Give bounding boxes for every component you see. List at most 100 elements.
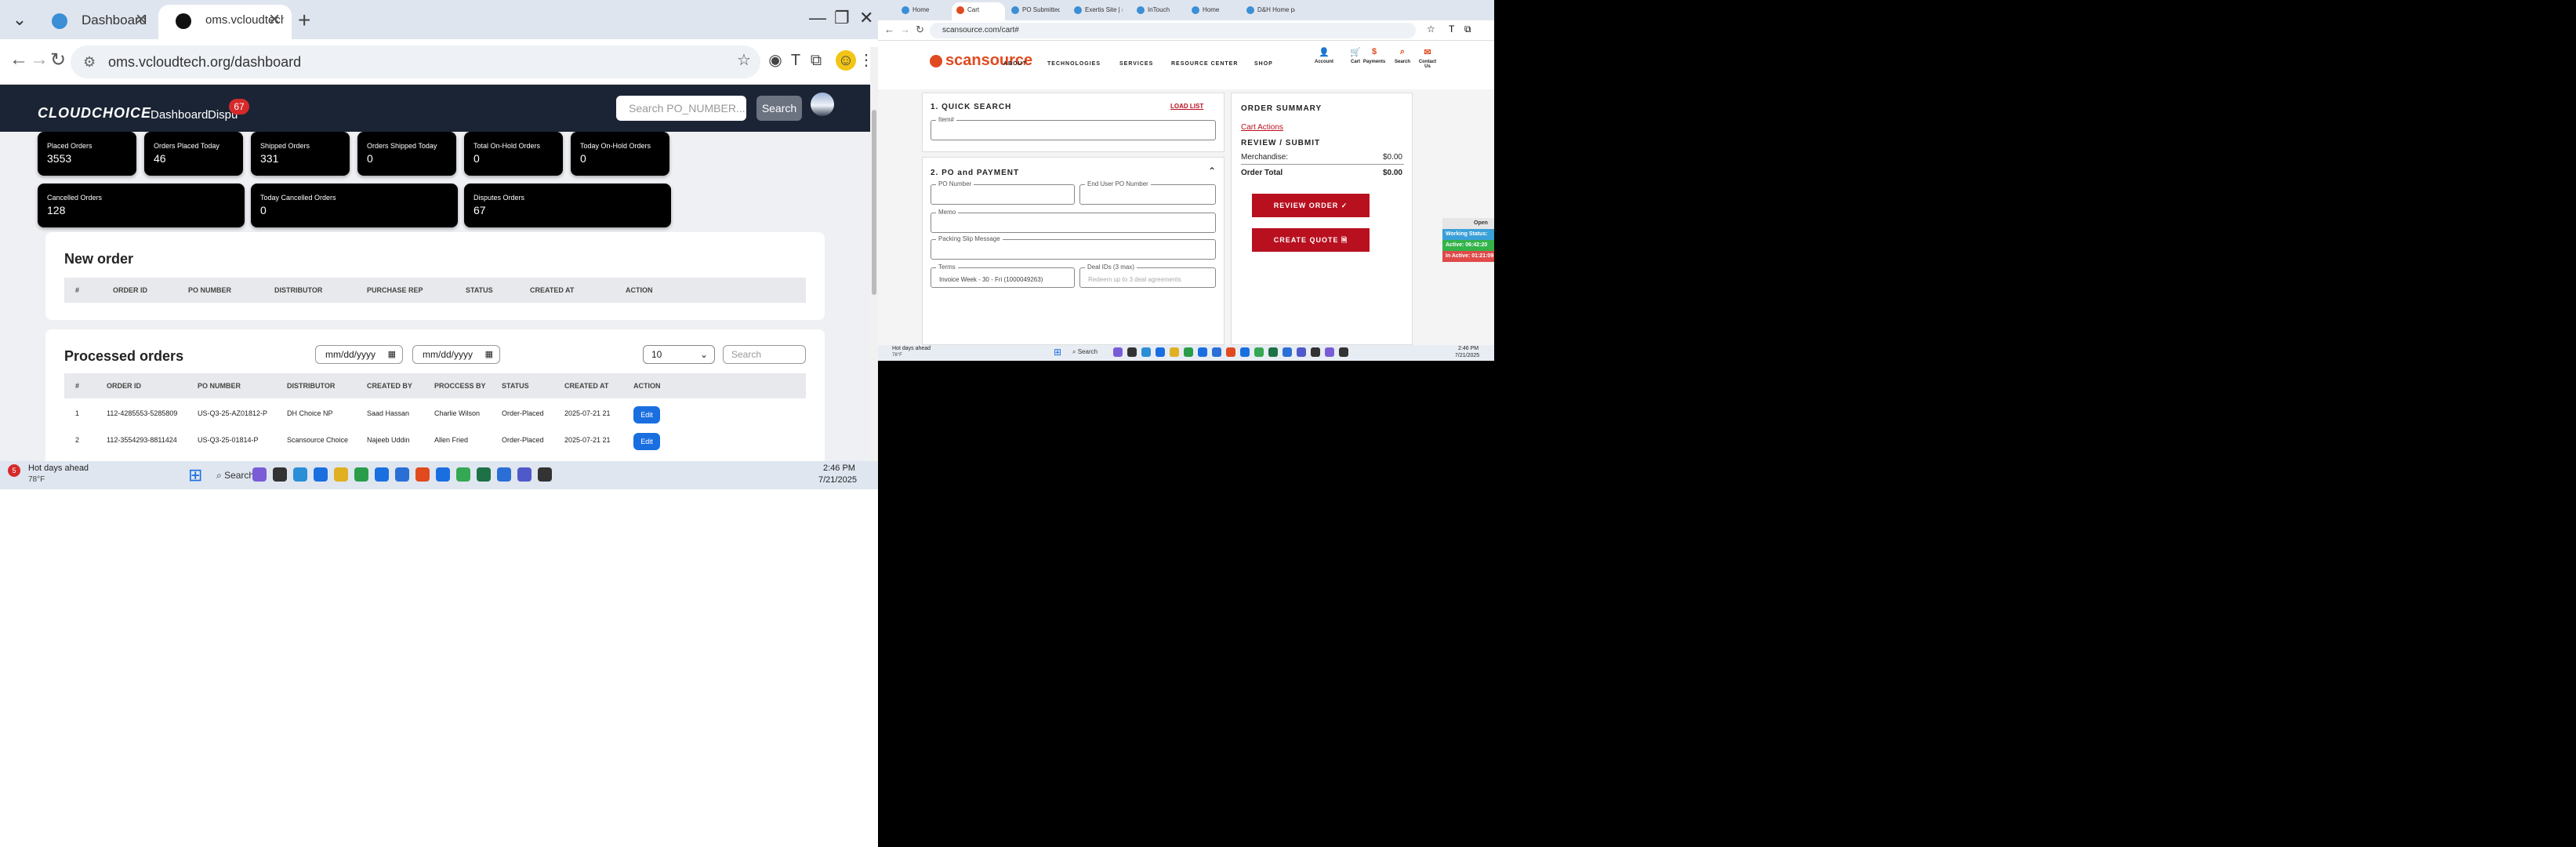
site-info-icon[interactable]: ⚙ bbox=[83, 45, 96, 78]
app-icon[interactable] bbox=[1141, 347, 1151, 357]
tab-2[interactable]: PO Submitted- bbox=[1007, 2, 1060, 20]
app-icon[interactable] bbox=[456, 467, 470, 482]
app-icon[interactable] bbox=[1212, 347, 1221, 357]
start-icon[interactable]: ⊞ bbox=[1054, 347, 1061, 358]
app-icon[interactable] bbox=[1254, 347, 1264, 357]
reader-icon[interactable]: T bbox=[785, 50, 806, 71]
memo-field[interactable]: Memo bbox=[931, 209, 1216, 233]
app-icon[interactable] bbox=[1184, 347, 1193, 357]
address-bar[interactable]: scansource.com/cart# bbox=[930, 23, 1416, 38]
tab-1[interactable]: Cart bbox=[952, 2, 1005, 20]
app-icon[interactable] bbox=[1297, 347, 1306, 357]
bookmark-star-icon[interactable]: ☆ bbox=[1427, 24, 1435, 35]
load-list-link[interactable]: LOAD LIST bbox=[1170, 103, 1203, 110]
tab-4[interactable]: InTouch bbox=[1132, 2, 1185, 20]
app-icon[interactable] bbox=[517, 467, 532, 482]
app-icon[interactable] bbox=[1311, 347, 1320, 357]
new-tab-button[interactable]: + bbox=[298, 8, 310, 33]
packing-slip-field[interactable]: Packing Slip Message bbox=[931, 235, 1216, 260]
app-icon[interactable] bbox=[1240, 347, 1250, 357]
reload-icon[interactable]: ↻ bbox=[50, 49, 66, 71]
tab-oms[interactable]: oms.vcloudtech.org/dashboard ✕ bbox=[158, 5, 292, 39]
deal-ids-field[interactable]: Deal IDs (3 max) Redeem up to 3 deal agre… bbox=[1079, 264, 1216, 288]
close-icon[interactable]: ✕ bbox=[268, 5, 281, 36]
app-icon[interactable] bbox=[375, 467, 389, 482]
app-icon[interactable] bbox=[1283, 347, 1292, 357]
reload-icon[interactable]: ↻ bbox=[916, 24, 924, 36]
tab-3[interactable]: Exertis Site | Ho bbox=[1069, 2, 1123, 20]
maximize-icon[interactable]: ❐ bbox=[834, 8, 850, 28]
app-icon[interactable] bbox=[497, 467, 511, 482]
app-icon[interactable] bbox=[1170, 347, 1179, 357]
clock-time[interactable]: 2:46 PM bbox=[823, 463, 855, 473]
app-icon[interactable] bbox=[1339, 347, 1348, 357]
app-icon[interactable] bbox=[354, 467, 368, 482]
extensions-icon[interactable]: ⧉ bbox=[1464, 24, 1471, 35]
app-icon[interactable] bbox=[314, 467, 328, 482]
app-icon[interactable] bbox=[415, 467, 430, 482]
avatar[interactable] bbox=[811, 93, 834, 116]
item-input[interactable]: Item# bbox=[931, 116, 1216, 140]
edit-button[interactable]: Edit bbox=[633, 406, 660, 424]
app-icon[interactable] bbox=[395, 467, 409, 482]
clock-date[interactable]: 7/21/2025 bbox=[1455, 353, 1479, 358]
edit-button[interactable]: Edit bbox=[633, 433, 660, 450]
app-icon[interactable] bbox=[1127, 347, 1137, 357]
nav-resource-center[interactable]: RESOURCE CENTER bbox=[1171, 61, 1238, 67]
app-icon[interactable] bbox=[477, 467, 491, 482]
po-number-field[interactable]: PO Number bbox=[931, 180, 1075, 205]
app-logo[interactable]: CLOUDCHOICE bbox=[38, 105, 151, 122]
bookmark-star-icon[interactable]: ☆ bbox=[734, 50, 754, 71]
app-icon[interactable] bbox=[252, 467, 267, 482]
minimize-icon[interactable]: — bbox=[809, 8, 826, 28]
extensions-icon[interactable]: ⧉ bbox=[806, 50, 826, 71]
tab-5[interactable]: Home bbox=[1187, 2, 1240, 20]
app-icon[interactable] bbox=[293, 467, 307, 482]
search-button[interactable]: Search bbox=[756, 96, 802, 121]
app-icon[interactable] bbox=[1156, 347, 1165, 357]
extension-icon[interactable]: ◉ bbox=[765, 50, 785, 71]
app-icon[interactable] bbox=[1198, 347, 1207, 357]
profile-icon[interactable]: ☺ bbox=[836, 50, 856, 71]
create-quote-button[interactable]: CREATE QUOTE 🗎 bbox=[1252, 228, 1370, 252]
open-app-tab[interactable]: Open Ap bbox=[1442, 218, 1494, 237]
po-search-input[interactable]: Search PO_NUMBER... bbox=[616, 96, 746, 121]
calendar-icon[interactable]: ▦ bbox=[388, 346, 396, 363]
app-icon[interactable] bbox=[1325, 347, 1334, 357]
nav-dashboard[interactable]: Dashboard bbox=[151, 108, 208, 122]
app-icon[interactable] bbox=[1268, 347, 1278, 357]
tab-dashboard[interactable]: Dashboard ✕ bbox=[34, 5, 158, 39]
nav-services[interactable]: SERVICES bbox=[1119, 61, 1153, 67]
reader-icon[interactable]: T bbox=[1449, 24, 1454, 35]
app-icon[interactable] bbox=[1113, 347, 1123, 357]
clock-date[interactable]: 7/21/2025 bbox=[818, 475, 857, 485]
app-icon[interactable] bbox=[1226, 347, 1235, 357]
page-scrollbar[interactable] bbox=[870, 47, 878, 461]
app-icon[interactable] bbox=[334, 467, 348, 482]
nav-shop[interactable]: SHOP bbox=[1254, 61, 1273, 67]
start-icon[interactable]: ⊞ bbox=[188, 466, 207, 485]
date-from-input[interactable]: mm/dd/yyyy ▦ bbox=[315, 345, 403, 364]
forward-icon[interactable]: → bbox=[30, 49, 49, 71]
nav-about[interactable]: ABOUT bbox=[1003, 61, 1027, 67]
cart-actions-link[interactable]: Cart Actions bbox=[1241, 123, 1283, 132]
back-icon[interactable]: ← bbox=[884, 24, 894, 35]
orders-search-input[interactable]: Search bbox=[723, 345, 806, 364]
chevron-up-icon[interactable]: ⌃ bbox=[1208, 165, 1216, 176]
taskbar-search[interactable]: ⌕ Search bbox=[1072, 348, 1098, 356]
icon-contact-us[interactable]: ✉ Contact Us bbox=[1416, 47, 1439, 69]
address-bar[interactable]: ⚙ oms.vcloudtech.org/dashboard bbox=[71, 45, 760, 78]
weather-title[interactable]: Hot days ahead bbox=[892, 346, 931, 351]
app-icon[interactable] bbox=[273, 467, 287, 482]
back-icon[interactable]: ← bbox=[9, 49, 28, 71]
icon-payments[interactable]: $ Payments bbox=[1362, 47, 1386, 64]
tab-0[interactable]: Home bbox=[897, 2, 950, 20]
review-order-button[interactable]: REVIEW ORDER ✓ bbox=[1252, 194, 1370, 217]
tab-6[interactable]: D&H Home pag bbox=[1242, 2, 1295, 20]
page-size-select[interactable]: 10 ⌄ bbox=[643, 345, 715, 364]
app-icon[interactable] bbox=[538, 467, 552, 482]
scrollbar-thumb[interactable] bbox=[872, 110, 876, 295]
icon-search[interactable]: ⌕ Search bbox=[1391, 47, 1414, 64]
calendar-icon[interactable]: ▦ bbox=[485, 346, 493, 363]
end-user-po-field[interactable]: End User PO Number bbox=[1079, 180, 1216, 205]
